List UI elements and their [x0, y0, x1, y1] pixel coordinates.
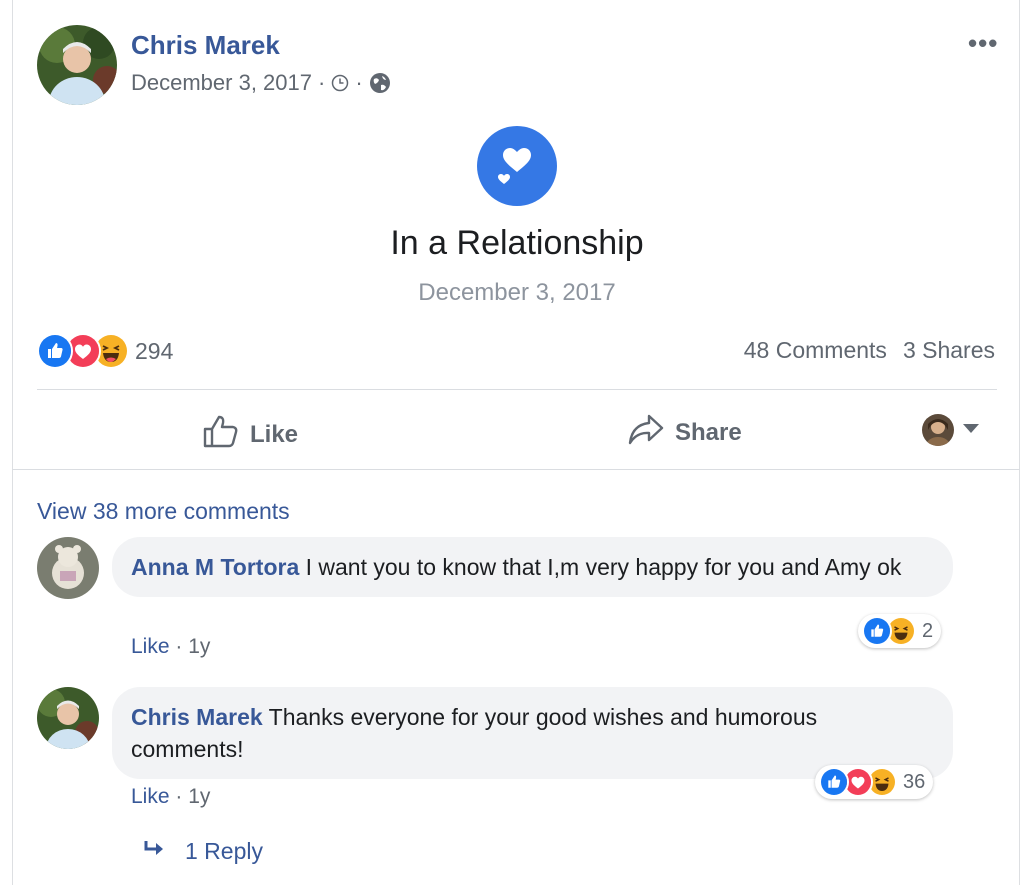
share-button-label: Share [675, 418, 742, 446]
life-event-title: In a Relationship [390, 224, 644, 262]
comment-actions: Like · 1y [131, 635, 210, 659]
comment-reactions[interactable]: 36 [815, 765, 934, 799]
thumbs-up-icon [202, 412, 240, 457]
view-more-comments-link[interactable]: View 38 more comments [37, 498, 290, 525]
comment-reaction-count: 36 [903, 770, 926, 793]
comment-reactions[interactable]: 2 [858, 614, 942, 648]
comment-actions: Like · 1y [131, 785, 210, 809]
like-reaction-icon [37, 333, 73, 369]
post-as-selector[interactable] [922, 414, 980, 446]
caret-down-icon [962, 421, 980, 439]
comment-author[interactable]: Anna M Tortora [131, 554, 299, 580]
current-user-avatar [922, 414, 954, 446]
share-button[interactable]: Share [627, 412, 742, 453]
life-event-date: December 3, 2017 [418, 279, 616, 306]
reaction-count[interactable]: 294 [135, 338, 173, 365]
more-options-button[interactable]: ••• [968, 28, 998, 59]
view-replies-label: 1 Reply [185, 838, 263, 864]
share-arrow-icon [627, 412, 665, 453]
comment-bubble: Anna M Tortora I want you to know that I… [112, 537, 953, 597]
meta-separator: · [175, 635, 183, 658]
comment-timestamp[interactable]: 1y [188, 635, 210, 658]
post-date[interactable]: December 3, 2017 [131, 70, 312, 96]
author-avatar[interactable] [37, 25, 117, 105]
comments-count-link[interactable]: 48 Comments [744, 337, 887, 364]
comment-author[interactable]: Chris Marek [131, 704, 263, 730]
clock-icon [331, 74, 349, 92]
like-button-label: Like [250, 420, 299, 448]
author-name[interactable]: Chris Marek [131, 30, 280, 61]
comment-like-link[interactable]: Like [131, 785, 170, 808]
commenter-avatar[interactable] [37, 687, 99, 749]
meta-separator: · [175, 785, 183, 808]
comment-like-link[interactable]: Like [131, 635, 170, 658]
comment-reaction-count: 2 [922, 619, 934, 642]
globe-icon[interactable] [369, 72, 391, 94]
like-reaction-icon [819, 767, 849, 797]
reply-arrow-icon [143, 838, 167, 865]
commenter-avatar[interactable] [37, 537, 99, 599]
post-stats: 48 Comments 3 Shares [744, 337, 995, 364]
hearts-icon [477, 126, 557, 206]
shares-count-link[interactable]: 3 Shares [903, 337, 995, 364]
view-replies-link[interactable]: 1 Reply [143, 838, 263, 865]
meta-separator: · [318, 70, 326, 95]
post-meta: December 3, 2017 · · [131, 70, 391, 96]
reactions-summary[interactable]: 294 [37, 333, 173, 369]
comment-text: I want you to know that I,m very happy f… [305, 554, 902, 580]
comment-timestamp[interactable]: 1y [188, 785, 210, 808]
divider [12, 469, 1020, 470]
like-reaction-icon [862, 616, 892, 646]
like-button[interactable]: Like [202, 412, 298, 457]
meta-separator: · [355, 70, 363, 95]
divider [37, 389, 997, 390]
